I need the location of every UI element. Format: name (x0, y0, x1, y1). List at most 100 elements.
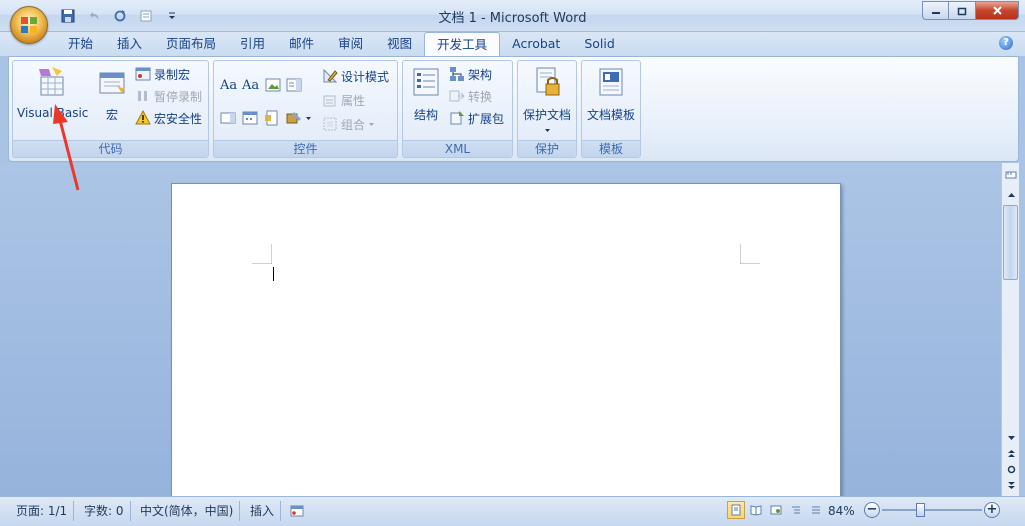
expansion-pack-icon (450, 111, 464, 125)
close-button[interactable] (976, 1, 1019, 20)
minimize-button[interactable] (922, 1, 949, 20)
status-bar: 页面: 1/1 字数: 0 中文(简体，中国) 插入 84% − + (0, 496, 1025, 526)
lock-icon (536, 67, 560, 96)
calendar-icon (242, 111, 258, 125)
tab-review[interactable]: 审阅 (326, 32, 375, 56)
combo-box-icon (286, 78, 302, 92)
dropdown-list-control-button[interactable] (220, 108, 236, 128)
transform-button[interactable]: 转换 (449, 86, 492, 106)
scroll-up-icon[interactable] (1003, 187, 1019, 203)
macro-security-button[interactable]: 宏安全性 (135, 108, 202, 128)
schema-icon (450, 67, 464, 81)
window-controls (922, 1, 1019, 20)
protect-document-button[interactable]: 保护文档 (520, 65, 574, 137)
transform-icon (449, 90, 465, 102)
zoom-slider-track[interactable] (882, 509, 982, 511)
structure-button[interactable]: 结构 (407, 65, 445, 123)
record-macro-label: 录制宏 (154, 67, 191, 82)
tab-references[interactable]: 引用 (228, 32, 277, 56)
dropdown-list-icon (220, 112, 236, 124)
pause-recording-button[interactable]: 暂停录制 (135, 86, 202, 106)
document-page[interactable] (171, 183, 841, 513)
tab-page-layout[interactable]: 页面布局 (154, 32, 228, 56)
window-title: 文档 1 - Microsoft Word (438, 11, 587, 26)
zoom-level[interactable]: 84% (828, 501, 855, 521)
zoom-in-button[interactable]: + (984, 502, 1000, 518)
group-icon (323, 117, 337, 131)
print-layout-icon (731, 504, 741, 516)
properties-button[interactable]: 属性 (322, 90, 365, 110)
macro-recording-status[interactable] (284, 501, 310, 521)
building-block-control-button[interactable] (264, 108, 280, 128)
margin-corner-top-left (252, 244, 272, 264)
ribbon-tabs: 开始 插入 页面布局 引用 邮件 审阅 视图 开发工具 Acrobat Soli… (56, 32, 627, 57)
record-macro-icon (135, 67, 151, 81)
pause-icon (138, 91, 147, 101)
ruler-toggle-icon[interactable] (1003, 167, 1019, 183)
restore-button[interactable] (949, 1, 976, 20)
page-count[interactable]: 页面: 1/1 (10, 501, 75, 521)
chevron-down-icon (306, 116, 311, 120)
legacy-tools-button[interactable] (286, 108, 312, 128)
web-layout-view-button[interactable] (767, 501, 785, 519)
macros-button[interactable]: 宏 (91, 65, 133, 123)
group-controls: Aa Aa 设计模式 属性 组合 控件 (213, 60, 398, 158)
minimize-icon (931, 11, 940, 14)
tab-insert[interactable]: 插入 (105, 32, 154, 56)
help-icon[interactable]: ? (999, 36, 1013, 50)
outline-view-button[interactable] (787, 501, 805, 519)
group-code-label: 代码 (13, 140, 208, 157)
design-mode-label: 设计模式 (341, 69, 390, 84)
plain-text-control-button[interactable]: Aa (242, 75, 259, 95)
legacy-tools-icon (286, 112, 301, 124)
previous-page-icon[interactable] (1003, 445, 1019, 461)
document-template-icon (599, 68, 623, 96)
vertical-scrollbar[interactable] (1001, 163, 1019, 496)
visual-basic-icon (39, 67, 64, 96)
schema-button[interactable]: 架构 (449, 64, 492, 84)
draft-view-button[interactable] (807, 501, 825, 519)
tab-home[interactable]: 开始 (56, 32, 105, 56)
macro-record-icon (290, 505, 304, 517)
full-screen-reading-view-button[interactable] (747, 501, 765, 519)
rich-text-control-button[interactable]: Aa (220, 75, 237, 95)
rich-text-control-label: Aa (220, 77, 238, 93)
combo-box-control-button[interactable] (286, 75, 302, 95)
picture-control-button[interactable] (265, 75, 281, 95)
record-macro-button[interactable]: 录制宏 (135, 64, 190, 84)
zoom-slider-thumb[interactable] (916, 503, 925, 517)
group-controls-button[interactable]: 组合 (322, 114, 375, 134)
group-xml-label: XML (403, 140, 512, 157)
design-mode-button[interactable]: 设计模式 (322, 66, 389, 86)
macros-label: 宏 (105, 108, 118, 122)
visual-basic-button[interactable]: Visual Basic (17, 65, 88, 120)
properties-icon (323, 95, 336, 107)
group-protect: 保护文档 保护 (517, 60, 577, 158)
tab-developer[interactable]: 开发工具 (424, 32, 501, 57)
scroll-down-icon[interactable] (1003, 429, 1019, 445)
group-templates-label: 模板 (582, 140, 640, 157)
next-page-icon[interactable] (1003, 477, 1019, 493)
office-button[interactable] (10, 6, 48, 44)
pause-recording-label: 暂停录制 (154, 89, 203, 104)
print-layout-view-button[interactable] (727, 501, 745, 519)
scrollbar-thumb[interactable] (1003, 205, 1018, 280)
expansion-pack-button[interactable]: 扩展包 (449, 108, 504, 128)
tab-acrobat[interactable]: Acrobat (500, 32, 572, 56)
tab-view[interactable]: 视图 (375, 32, 424, 56)
word-count[interactable]: 字数: 0 (78, 501, 131, 521)
document-template-button[interactable]: 文档模板 (584, 65, 638, 123)
tab-mailings[interactable]: 邮件 (277, 32, 326, 56)
document-template-label: 文档模板 (586, 108, 635, 122)
structure-label: 结构 (413, 108, 438, 122)
date-picker-control-button[interactable] (242, 108, 258, 128)
office-logo-icon (21, 17, 37, 33)
select-browse-object-icon[interactable] (1003, 461, 1019, 477)
language-indicator[interactable]: 中文(简体，中国) (134, 501, 241, 521)
ribbon-tab-row: 开始 插入 页面布局 引用 邮件 审阅 视图 开发工具 Acrobat Soli… (0, 32, 1025, 57)
zoom-out-button[interactable]: − (864, 502, 880, 518)
insert-mode-indicator[interactable]: 插入 (244, 501, 282, 521)
outline-icon (792, 506, 800, 514)
restore-icon (957, 7, 967, 15)
tab-solid[interactable]: Solid (572, 32, 626, 56)
